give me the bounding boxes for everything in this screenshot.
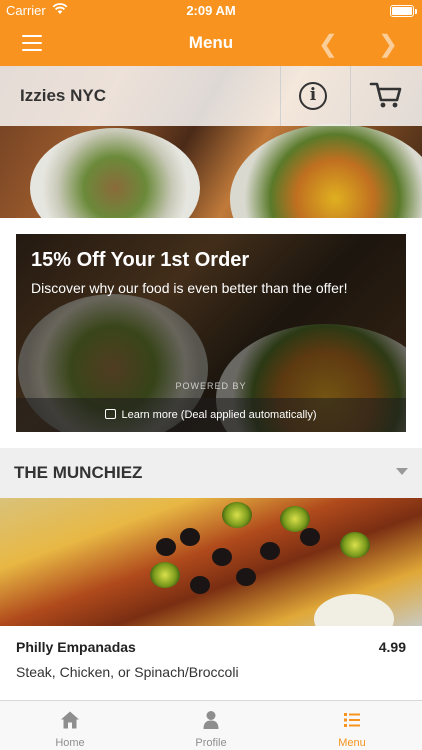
promo-subtitle: Discover why our food is even better tha… <box>31 280 348 296</box>
promo-title: 15% Off Your 1st Order <box>31 249 250 271</box>
tab-label: Profile <box>195 737 227 749</box>
menu-item-image[interactable] <box>0 498 422 626</box>
hero-food-image <box>30 128 200 218</box>
food-detail <box>340 532 370 558</box>
home-icon <box>61 711 79 729</box>
nav-bar: Menu ❮ ❯ <box>0 22 422 66</box>
tab-home[interactable]: Home <box>0 701 140 750</box>
tab-label: Menu <box>338 737 366 749</box>
top-bar: Carrier 2:09 AM Menu ❮ ❯ <box>0 0 422 66</box>
food-detail <box>260 542 280 560</box>
divider <box>280 66 281 126</box>
food-detail <box>212 548 232 566</box>
category-header[interactable]: THE MUNCHIEZ <box>0 448 422 498</box>
food-detail <box>180 528 200 546</box>
menu-item-name[interactable]: Philly Empanadas <box>16 639 136 655</box>
menu-list-icon <box>344 713 360 727</box>
food-detail <box>280 506 310 532</box>
learn-more-label: Learn more (Deal applied automatically) <box>121 409 317 421</box>
restaurant-header: Izzies NYC i <box>0 66 422 218</box>
learn-more-button[interactable]: Learn more (Deal applied automatically) <box>16 398 406 432</box>
food-detail <box>222 502 252 528</box>
food-detail <box>236 568 256 586</box>
chevron-right-icon[interactable]: ❯ <box>378 30 398 59</box>
tab-menu[interactable]: Menu <box>282 701 422 750</box>
tab-bar: Home Profile Menu <box>0 700 422 750</box>
battery-icon <box>390 5 417 17</box>
food-detail <box>156 538 176 556</box>
info-icon[interactable]: i <box>299 82 327 110</box>
profile-icon <box>203 711 219 729</box>
tab-profile[interactable]: Profile <box>141 701 281 750</box>
page-title: Menu <box>188 33 234 52</box>
food-detail <box>300 528 320 546</box>
cart-icon[interactable] <box>369 80 403 110</box>
restaurant-info-bar: Izzies NYC i <box>0 66 422 126</box>
menu-item-price: 4.99 <box>378 639 406 655</box>
status-bar: Carrier 2:09 AM <box>0 0 422 22</box>
chevron-down-icon[interactable] <box>396 468 408 475</box>
food-detail <box>314 594 394 626</box>
divider <box>350 66 351 126</box>
menu-item-description: Steak, Chicken, or Spinach/Broccoli <box>16 664 239 680</box>
tab-label: Home <box>55 737 85 749</box>
food-detail <box>190 576 210 594</box>
hero-food-image <box>230 124 422 218</box>
category-name: THE MUNCHIEZ <box>14 463 143 482</box>
status-time: 2:09 AM <box>186 3 236 18</box>
chevron-left-icon[interactable]: ❮ <box>318 30 338 59</box>
image-icon <box>105 409 117 419</box>
food-detail <box>150 562 180 588</box>
powered-by-label: POWERED BY <box>175 381 247 391</box>
promo-banner[interactable]: 15% Off Your 1st Order Discover why our … <box>16 234 406 432</box>
restaurant-name: Izzies NYC <box>20 86 106 105</box>
